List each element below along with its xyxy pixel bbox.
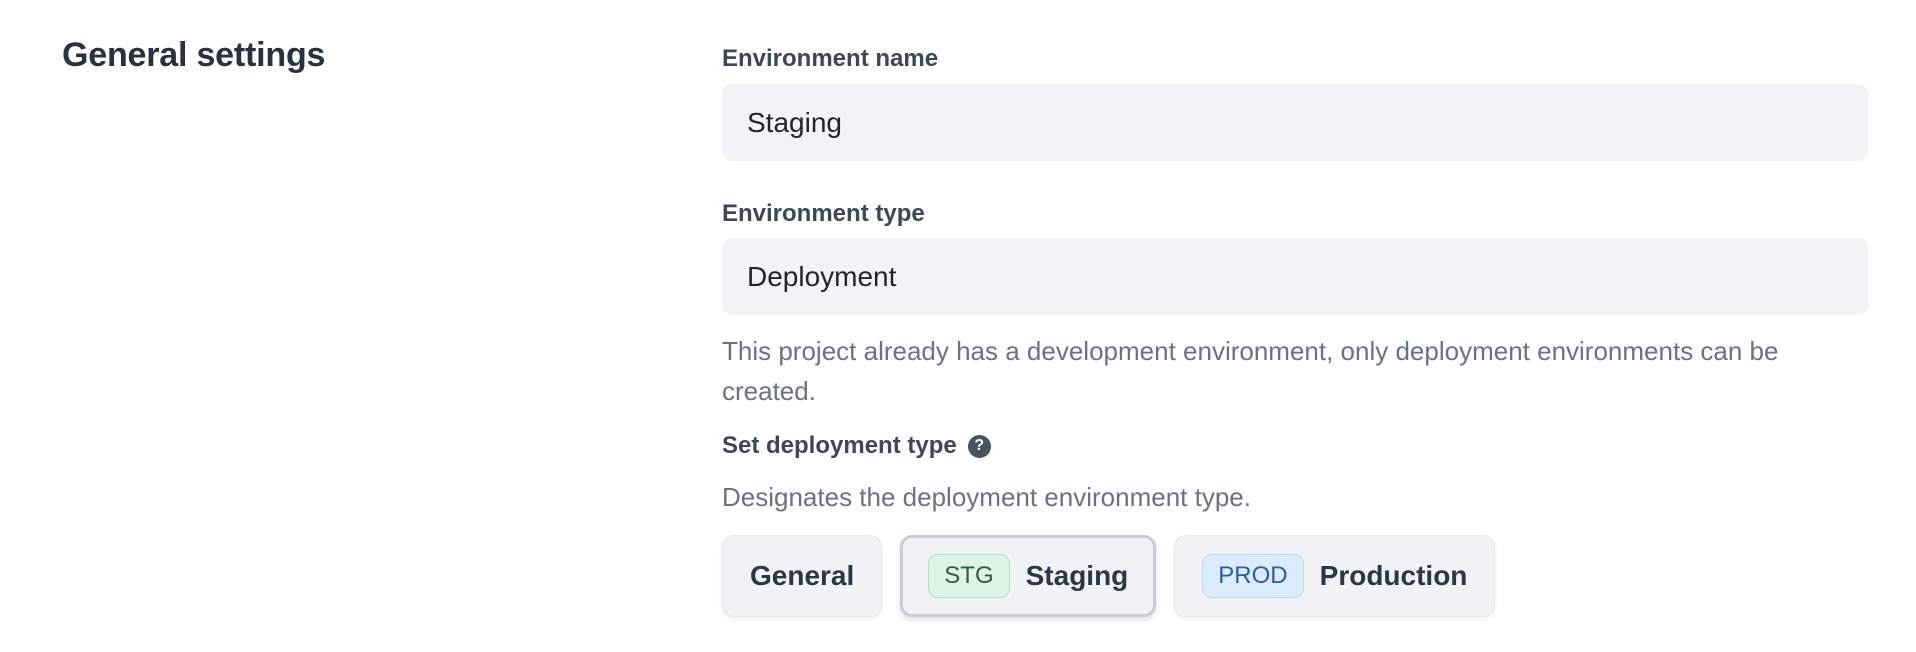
option-staging-label: Staging bbox=[1026, 560, 1129, 592]
general-settings-page: General settings Environment name Stagin… bbox=[0, 0, 1916, 652]
deployment-type-option-general[interactable]: General bbox=[722, 535, 882, 617]
deployment-type-description: Designates the deployment environment ty… bbox=[722, 477, 1868, 517]
staging-badge: STG bbox=[928, 554, 1009, 598]
option-general-label: General bbox=[750, 560, 854, 592]
production-badge: PROD bbox=[1202, 554, 1303, 598]
environment-type-help-text: This project already has a development e… bbox=[722, 331, 1868, 411]
page-title: General settings bbox=[62, 36, 325, 75]
environment-name-value: Staging bbox=[747, 107, 842, 139]
deployment-type-label-row: Set deployment type ? bbox=[722, 431, 1868, 461]
environment-name-input[interactable]: Staging bbox=[722, 84, 1868, 161]
environment-type-label: Environment type bbox=[722, 199, 1868, 229]
deployment-type-option-production[interactable]: PROD Production bbox=[1174, 535, 1495, 617]
deployment-type-label: Set deployment type bbox=[722, 431, 957, 461]
deployment-type-option-staging[interactable]: STG Staging bbox=[900, 535, 1156, 617]
environment-type-value: Deployment bbox=[747, 261, 896, 293]
settings-form: Environment name Staging Environment typ… bbox=[722, 0, 1868, 617]
deployment-type-options: General STG Staging PROD Production bbox=[722, 535, 1868, 617]
environment-type-input[interactable]: Deployment bbox=[722, 238, 1868, 315]
option-production-label: Production bbox=[1320, 560, 1468, 592]
question-mark-icon[interactable]: ? bbox=[968, 435, 991, 458]
environment-name-label: Environment name bbox=[722, 44, 1868, 74]
